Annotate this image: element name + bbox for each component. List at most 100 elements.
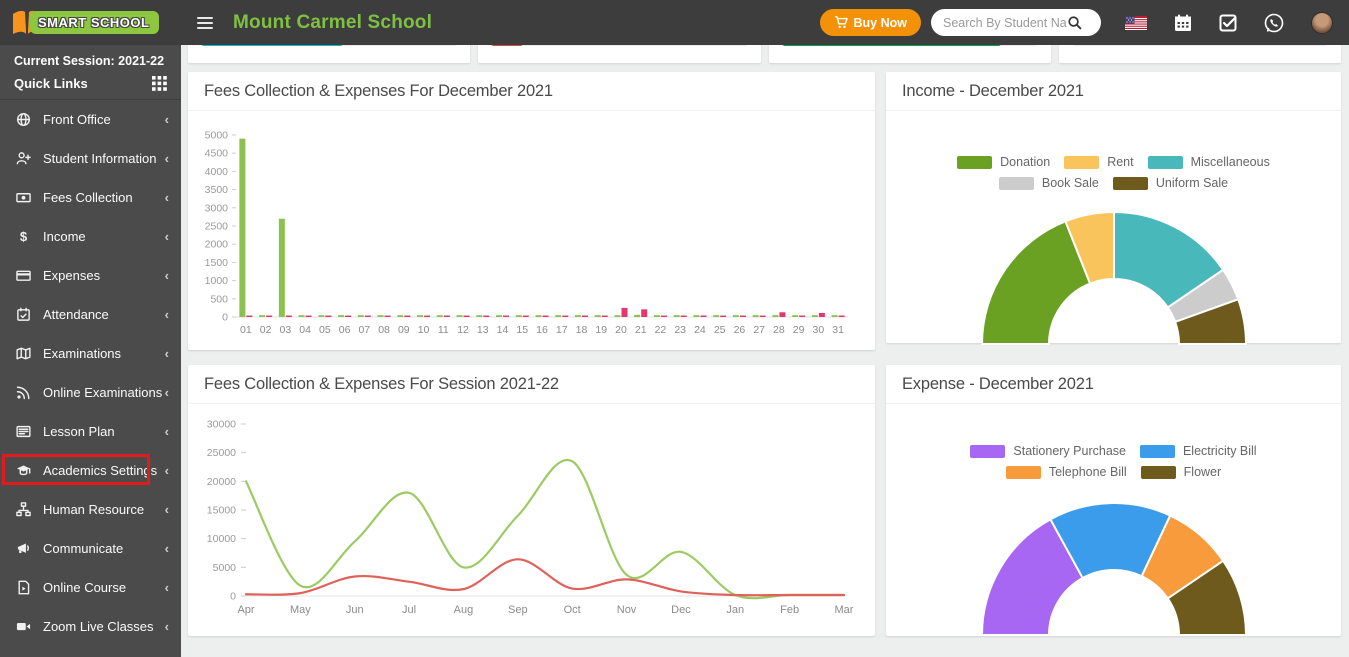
human-resource-icon <box>16 502 31 517</box>
sidebar-item-examinations[interactable]: Examinations ‹ <box>0 334 181 373</box>
chevron-left-icon: ‹ <box>165 463 169 478</box>
legend-label: Electricity Bill <box>1183 444 1257 458</box>
svg-text:500: 500 <box>210 293 228 305</box>
svg-text:4500: 4500 <box>205 148 229 160</box>
search-input[interactable] <box>943 16 1067 30</box>
svg-text:16: 16 <box>536 324 548 336</box>
svg-text:15: 15 <box>516 324 528 336</box>
svg-text:Jun: Jun <box>346 604 364 616</box>
svg-text:5000: 5000 <box>205 130 229 142</box>
sidebar-item-online-examinations[interactable]: Online Examinations ‹ <box>0 373 181 412</box>
sidebar-item-label: Front Office <box>43 112 165 127</box>
sidebar-item-label: Human Resource <box>43 502 165 517</box>
legend-label: Telephone Bill <box>1049 465 1127 479</box>
sidebar-item-smart-live-classes[interactable]: Smart Live Classes ‹ <box>0 646 181 657</box>
quick-links-label: Quick Links <box>14 76 88 91</box>
sidebar-item-front-office[interactable]: Front Office ‹ <box>0 100 181 139</box>
sidebar-item-label: Academics Settings <box>43 463 165 478</box>
search-icon[interactable] <box>1067 15 1082 30</box>
sidebar-item-human-resource[interactable]: Human Resource ‹ <box>0 490 181 529</box>
sidebar-item-label: Fees Collection <box>43 190 165 205</box>
sidebar-item-academics-settings[interactable]: Academics Settings ‹ <box>0 451 181 490</box>
svg-text:30: 30 <box>813 324 825 336</box>
top-header: SMART SCHOOL Mount Carmel School Buy Now <box>0 0 1349 45</box>
sidebar-item-label: Examinations <box>43 346 165 361</box>
svg-text:1000: 1000 <box>205 275 229 287</box>
svg-text:Oct: Oct <box>564 604 581 616</box>
sidebar-item-label: Income <box>43 229 165 244</box>
whatsapp-icon[interactable] <box>1264 13 1284 33</box>
tasks-icon[interactable] <box>1219 14 1237 32</box>
sidebar-item-label: Expenses <box>43 268 165 283</box>
sidebar-item-expenses[interactable]: Expenses ‹ <box>0 256 181 295</box>
buy-now-label: Buy Now <box>854 16 907 30</box>
student-information-icon <box>16 151 31 166</box>
legend-label: Flower <box>1184 465 1222 479</box>
legend-item-donation[interactable]: Donation <box>957 155 1050 169</box>
svg-text:02: 02 <box>260 324 272 336</box>
sidebar-item-fees-collection[interactable]: Fees Collection ‹ <box>0 178 181 217</box>
chevron-left-icon: ‹ <box>165 307 169 322</box>
legend-item-uniform-sale[interactable]: Uniform Sale <box>1113 176 1228 190</box>
svg-text:Apr: Apr <box>237 604 254 616</box>
chevron-left-icon: ‹ <box>165 619 169 634</box>
svg-text:10: 10 <box>418 324 430 336</box>
examinations-icon <box>16 346 31 361</box>
chevron-left-icon: ‹ <box>165 346 169 361</box>
sidebar-item-label: Lesson Plan <box>43 424 165 439</box>
svg-text:4000: 4000 <box>205 166 229 178</box>
online-examinations-icon <box>16 385 31 400</box>
current-session-label: Current Session: 2021-22 <box>14 54 167 68</box>
sidebar-item-online-course[interactable]: Online Course ‹ <box>0 568 181 607</box>
chart-title: Expense - December 2021 <box>886 365 1341 404</box>
legend-item-electricity-bill[interactable]: Electricity Bill <box>1140 444 1257 458</box>
legend-swatch <box>999 177 1034 190</box>
svg-text:30000: 30000 <box>207 419 236 431</box>
sidebar-item-zoom-live-classes[interactable]: Zoom Live Classes ‹ <box>0 607 181 646</box>
sidebar-item-student-information[interactable]: Student Information ‹ <box>0 139 181 178</box>
video-icon <box>16 619 31 634</box>
chevron-left-icon: ‹ <box>165 268 169 283</box>
legend-item-stationery-purchase[interactable]: Stationery Purchase <box>970 444 1126 458</box>
svg-text:20: 20 <box>615 324 627 336</box>
sidebar-item-lesson-plan[interactable]: Lesson Plan ‹ <box>0 412 181 451</box>
legend-item-telephone-bill[interactable]: Telephone Bill <box>1006 465 1127 479</box>
calendar-icon[interactable] <box>1174 14 1192 32</box>
buy-now-button[interactable]: Buy Now <box>820 9 921 36</box>
academics-settings-icon <box>16 463 31 478</box>
legend-swatch <box>1140 445 1175 458</box>
legend-item-rent[interactable]: Rent <box>1064 155 1133 169</box>
sidebar-item-label: Online Course <box>43 580 165 595</box>
legend-swatch <box>970 445 1005 458</box>
main-content: FEES AWAITING PAYMENT 5/9 CONVERTED LEAD… <box>181 0 1349 636</box>
svg-text:08: 08 <box>378 324 390 336</box>
legend-item-book-sale[interactable]: Book Sale <box>999 176 1099 190</box>
legend-swatch <box>1006 466 1041 479</box>
legend-swatch <box>1148 156 1183 169</box>
hamburger-icon[interactable] <box>197 14 213 32</box>
sidebar-item-attendance[interactable]: Attendance ‹ <box>0 295 181 334</box>
svg-text:26: 26 <box>734 324 746 336</box>
sidebar-item-income[interactable]: $ Income ‹ <box>0 217 181 256</box>
chart-title: Fees Collection & Expenses For December … <box>188 72 875 111</box>
chart-card-income: Income - December 2021 Donation Rent Mis… <box>886 72 1341 343</box>
language-flag-icon[interactable] <box>1125 16 1147 30</box>
sidebar-item-communicate[interactable]: Communicate ‹ <box>0 529 181 568</box>
svg-text:06: 06 <box>339 324 351 336</box>
legend-swatch <box>957 156 992 169</box>
svg-text:20000: 20000 <box>207 476 236 488</box>
expense-donut-chart <box>894 495 1334 637</box>
svg-text:04: 04 <box>299 324 311 336</box>
legend-item-miscellaneous[interactable]: Miscellaneous <box>1148 155 1270 169</box>
svg-text:3000: 3000 <box>205 202 229 214</box>
grid-icon[interactable] <box>152 76 167 91</box>
svg-text:2500: 2500 <box>205 221 229 233</box>
legend-item-flower[interactable]: Flower <box>1141 465 1222 479</box>
svg-text:18: 18 <box>576 324 588 336</box>
legend-label: Stationery Purchase <box>1013 444 1126 458</box>
app-logo[interactable]: SMART SCHOOL <box>0 0 181 45</box>
user-avatar[interactable] <box>1311 12 1333 34</box>
svg-text:Sep: Sep <box>508 604 528 616</box>
online-course-icon <box>16 580 31 595</box>
sidebar-item-label: Communicate <box>43 541 165 556</box>
